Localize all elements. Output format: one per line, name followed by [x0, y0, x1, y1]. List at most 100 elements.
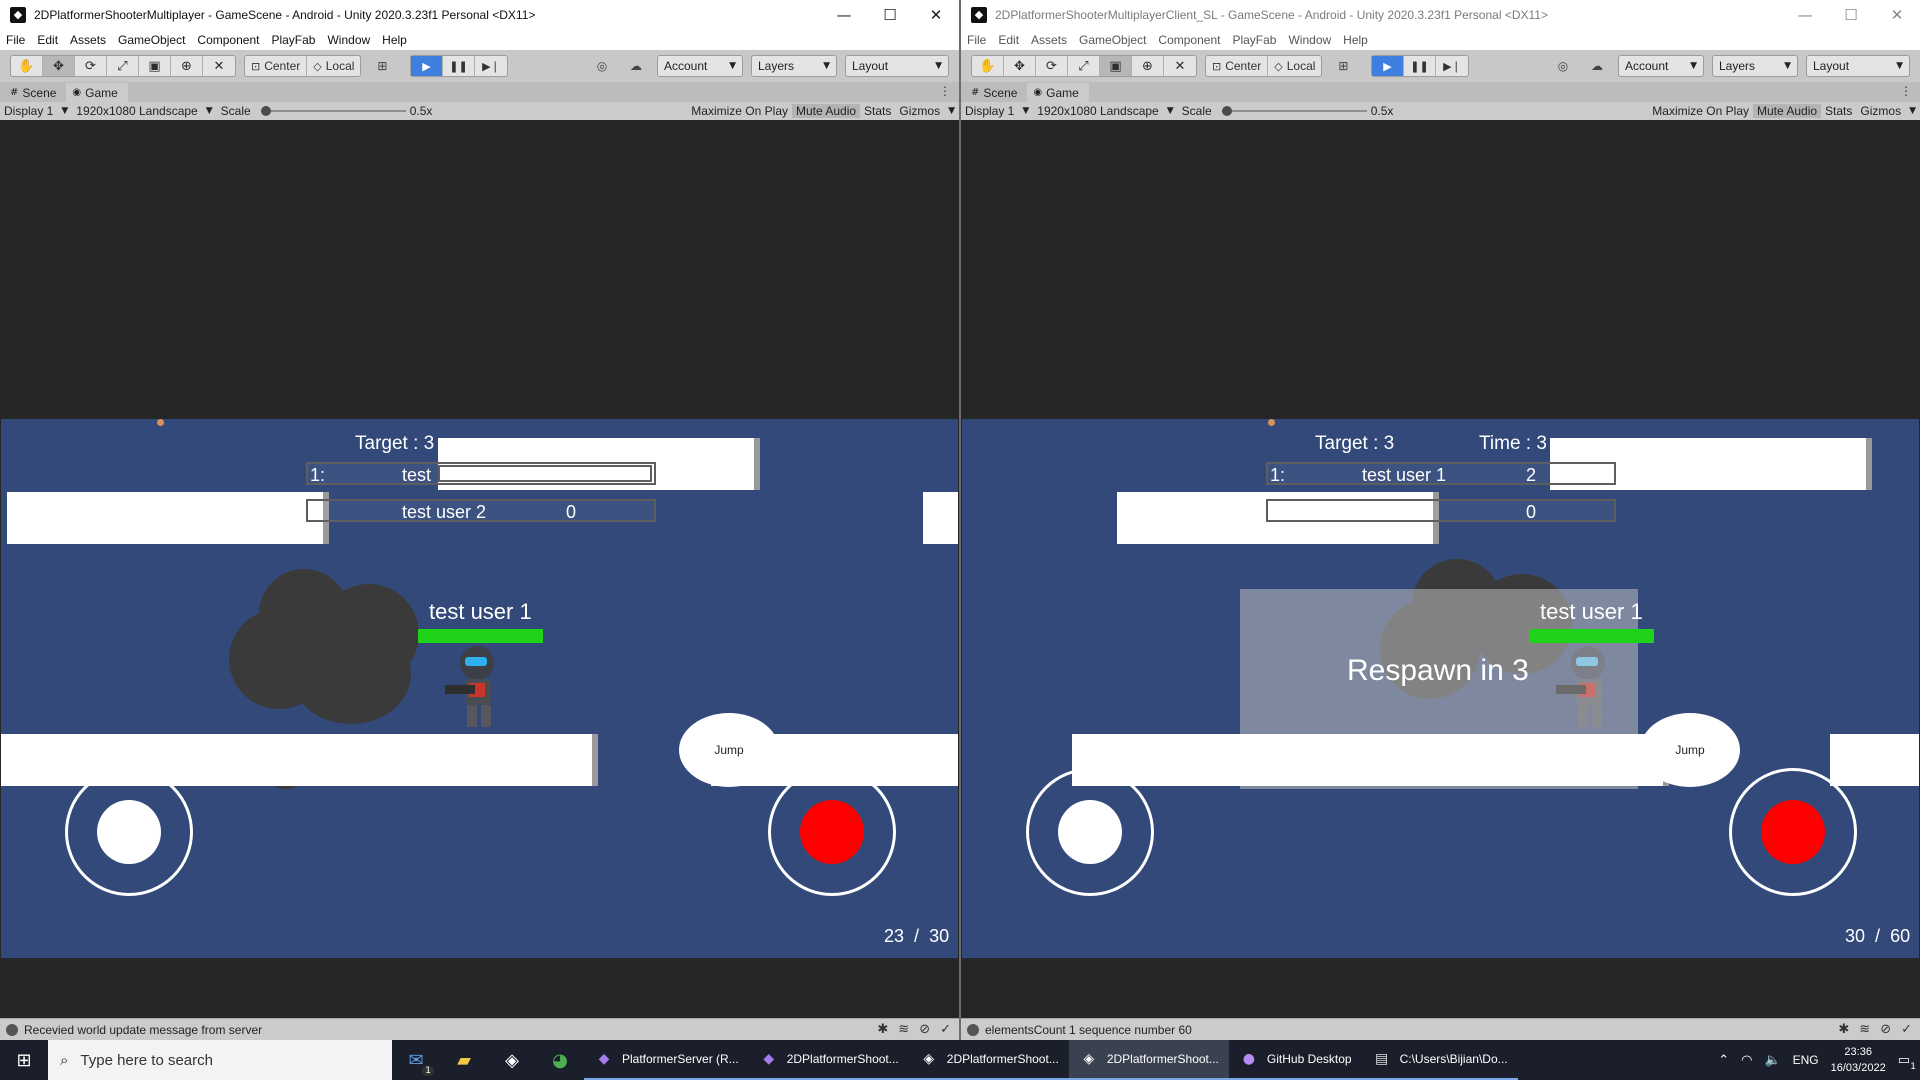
menu-gameobject[interactable]: GameObject: [1079, 33, 1146, 47]
bug-icon[interactable]: ✱: [1838, 1022, 1849, 1037]
taskbar-search[interactable]: ⌕: [48, 1040, 392, 1080]
wifi-icon[interactable]: ◠: [1741, 1053, 1752, 1068]
cloud-icon[interactable]: ☁: [1584, 55, 1610, 77]
taskbar-app[interactable]: ◈ 2DPlatformerShoot...: [908, 1040, 1069, 1080]
rotate-tool-icon[interactable]: ⟳: [75, 56, 107, 76]
fire-button[interactable]: [800, 800, 864, 864]
pause-icon[interactable]: ❚❚: [1404, 56, 1436, 76]
custom-tool-icon[interactable]: ✕: [1164, 56, 1196, 76]
menu-playfab[interactable]: PlayFab: [1232, 33, 1276, 47]
more-options-icon[interactable]: ⋮: [939, 84, 951, 98]
clock[interactable]: 23:36 16/03/2022: [1831, 1044, 1886, 1076]
close-button[interactable]: ✕: [913, 0, 959, 30]
jump-button[interactable]: Jump: [1640, 713, 1740, 787]
scale-tool-icon[interactable]: ⤢: [107, 56, 139, 76]
joystick-knob[interactable]: [1058, 800, 1122, 864]
jump-button[interactable]: Jump: [679, 713, 779, 787]
transform-tool-icon[interactable]: ⊕: [1132, 56, 1164, 76]
search-input[interactable]: [80, 1051, 341, 1069]
tab-game[interactable]: ◉ Game: [1027, 83, 1089, 102]
volume-icon[interactable]: 🔈: [1764, 1053, 1780, 1068]
display-dropdown[interactable]: Display 1 ▼: [961, 104, 1033, 118]
hand-tool-icon[interactable]: ✋: [972, 56, 1004, 76]
maximize-on-play-toggle[interactable]: Maximize On Play: [687, 104, 792, 118]
center-toggle[interactable]: ⊡ Center: [1206, 56, 1269, 76]
local-toggle[interactable]: ◇ Local: [1268, 56, 1321, 76]
menu-component[interactable]: Component: [197, 33, 259, 47]
menu-edit[interactable]: Edit: [998, 33, 1019, 47]
scale-slider[interactable]: [1221, 106, 1367, 116]
menu-file[interactable]: File: [6, 33, 25, 47]
chevron-up-icon[interactable]: ⌃: [1718, 1053, 1729, 1068]
maximize-button[interactable]: ☐: [867, 0, 913, 30]
resolution-dropdown[interactable]: 1920x1080 Landscape ▼: [72, 104, 216, 118]
rect-tool-icon[interactable]: ▣: [1100, 56, 1132, 76]
mute-icon[interactable]: ⊘: [919, 1022, 930, 1037]
menu-assets[interactable]: Assets: [1031, 33, 1067, 47]
more-options-icon[interactable]: ⋮: [1900, 84, 1912, 98]
layers-dropdown[interactable]: Layers ▼: [1712, 55, 1798, 77]
maximize-button[interactable]: ☐: [1828, 0, 1874, 30]
move-tool-icon[interactable]: ✥: [43, 56, 75, 76]
title-bar[interactable]: ◆ 2DPlatformerShooterMultiplayer - GameS…: [0, 0, 959, 30]
account-dropdown[interactable]: Account ▼: [657, 55, 743, 77]
step-icon[interactable]: ▶❘: [1436, 56, 1468, 76]
layers-icon[interactable]: ≋: [898, 1022, 909, 1037]
layout-dropdown[interactable]: Layout ▼: [1806, 55, 1910, 77]
account-dropdown[interactable]: Account ▼: [1618, 55, 1704, 77]
pause-icon[interactable]: ❚❚: [443, 56, 475, 76]
menu-playfab[interactable]: PlayFab: [271, 33, 315, 47]
collab-icon[interactable]: ◎: [1550, 55, 1576, 77]
close-button[interactable]: ✕: [1874, 0, 1920, 30]
layout-dropdown[interactable]: Layout ▼: [845, 55, 949, 77]
mute-audio-toggle[interactable]: Mute Audio: [792, 104, 861, 118]
check-icon[interactable]: ✓: [1901, 1022, 1912, 1037]
stats-toggle[interactable]: Stats: [1821, 104, 1856, 118]
menu-file[interactable]: File: [967, 33, 986, 47]
rect-tool-icon[interactable]: ▣: [139, 56, 171, 76]
taskbar-app[interactable]: ◈ 2DPlatformerShoot...: [1068, 1040, 1229, 1080]
windows-logo-icon[interactable]: ⊞: [0, 1040, 48, 1080]
fire-button[interactable]: [1761, 800, 1825, 864]
gizmos-dropdown[interactable]: Gizmos ▼: [1856, 104, 1920, 118]
joystick-knob[interactable]: [97, 800, 161, 864]
cloud-icon[interactable]: ☁: [623, 55, 649, 77]
scale-tool-icon[interactable]: ⤢: [1068, 56, 1100, 76]
menu-gameobject[interactable]: GameObject: [118, 33, 185, 47]
game-viewport[interactable]: Target : 3 1: test test user 2 0 test us…: [1, 419, 958, 958]
menu-edit[interactable]: Edit: [37, 33, 58, 47]
menu-window[interactable]: Window: [1288, 33, 1331, 47]
taskbar-app[interactable]: ◆ PlatformerServer (R...: [584, 1040, 749, 1080]
custom-tool-icon[interactable]: ✕: [203, 56, 235, 76]
scale-slider[interactable]: [260, 106, 406, 116]
menu-component[interactable]: Component: [1158, 33, 1220, 47]
layers-dropdown[interactable]: Layers ▼: [751, 55, 837, 77]
taskbar-app[interactable]: ● GitHub Desktop: [1228, 1040, 1362, 1080]
game-viewport[interactable]: Target : 3 Time : 3 1: test user 1 2 0 R…: [962, 419, 1919, 958]
transform-tool-icon[interactable]: ⊕: [171, 56, 203, 76]
grid-snap-icon[interactable]: ⊞: [369, 55, 395, 77]
hand-tool-icon[interactable]: ✋: [11, 56, 43, 76]
play-icon[interactable]: ▶: [411, 56, 443, 76]
minimize-button[interactable]: —: [821, 0, 867, 30]
unity-hub-icon[interactable]: ◈: [488, 1040, 536, 1080]
menu-help[interactable]: Help: [382, 33, 407, 47]
stats-toggle[interactable]: Stats: [860, 104, 895, 118]
maximize-on-play-toggle[interactable]: Maximize On Play: [1648, 104, 1753, 118]
chrome-icon[interactable]: ◕: [536, 1040, 584, 1080]
resolution-dropdown[interactable]: 1920x1080 Landscape ▼: [1033, 104, 1177, 118]
taskbar-app[interactable]: ◆ 2DPlatformerShoot...: [748, 1040, 909, 1080]
status-message[interactable]: elementsCount 1 sequence number 60: [985, 1023, 1192, 1037]
local-toggle[interactable]: ◇ Local: [307, 56, 360, 76]
layers-icon[interactable]: ≋: [1859, 1022, 1870, 1037]
file-explorer-icon[interactable]: ▰: [440, 1040, 488, 1080]
status-message[interactable]: Recevied world update message from serve…: [24, 1023, 262, 1037]
mute-audio-toggle[interactable]: Mute Audio: [1753, 104, 1822, 118]
title-bar[interactable]: ◆ 2DPlatformerShooterMultiplayerClient_S…: [961, 0, 1920, 30]
language-indicator[interactable]: ENG: [1793, 1053, 1819, 1067]
tab-scene[interactable]: # Scene: [4, 83, 66, 102]
mute-icon[interactable]: ⊘: [1880, 1022, 1891, 1037]
bug-icon[interactable]: ✱: [877, 1022, 888, 1037]
slider-thumb[interactable]: [260, 106, 271, 116]
grid-snap-icon[interactable]: ⊞: [1330, 55, 1356, 77]
